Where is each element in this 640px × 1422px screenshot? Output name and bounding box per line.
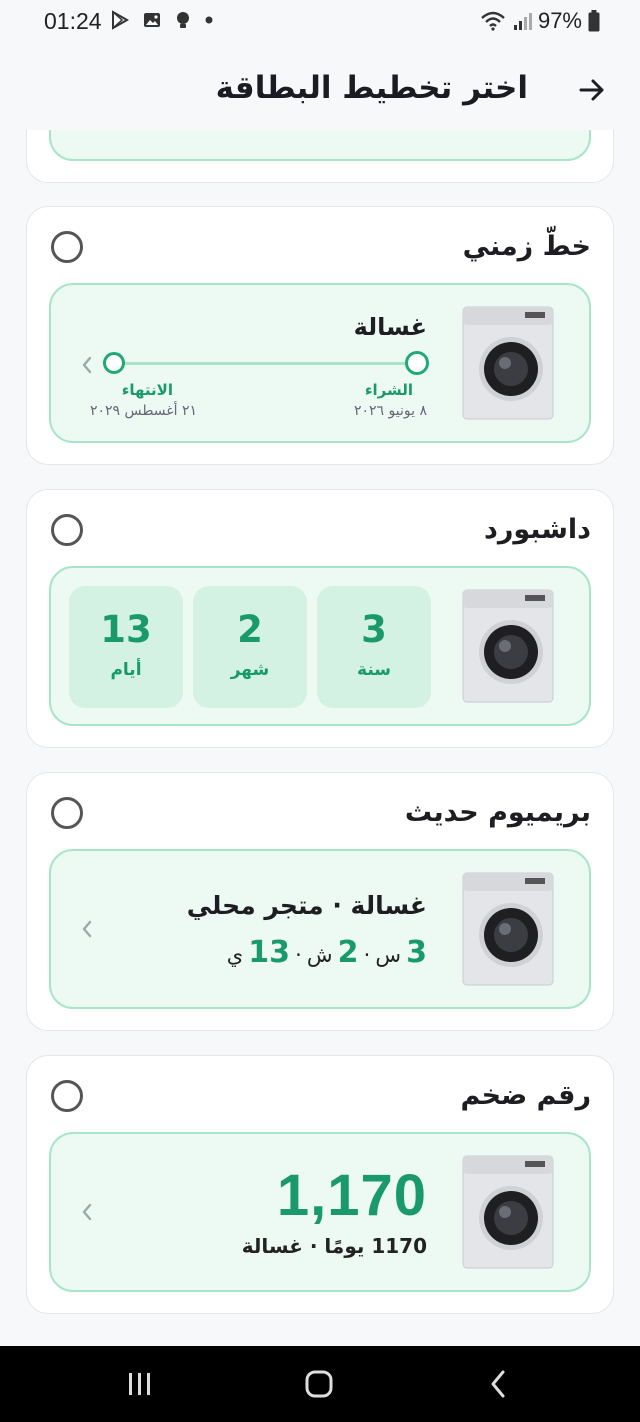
months-value: 2 (337, 935, 359, 970)
stat-tile-months: 2 شهر (193, 586, 307, 708)
chevron-left-icon (82, 1203, 92, 1221)
system-status-icons: 97% (480, 8, 600, 34)
days-unit: ي (226, 943, 244, 967)
recent-apps-icon (129, 1373, 150, 1395)
stat-value: 13 (100, 608, 152, 651)
separator: · (363, 943, 371, 967)
system-navigation-bar (0, 1346, 640, 1422)
separator: · (295, 943, 302, 967)
radio-button[interactable] (51, 1080, 83, 1112)
chevron-left-icon (82, 920, 92, 938)
premium-headline: غسالة · متجر محلي (186, 891, 427, 920)
app-bar: اختر تخطيط البطاقة (0, 60, 640, 124)
item-name: غسالة (353, 313, 427, 341)
big-number: 1,170 (276, 1163, 427, 1228)
layout-title: بريميوم حديث (404, 797, 591, 828)
radio-button[interactable] (51, 231, 83, 263)
notification-icons (110, 10, 214, 30)
washing-machine-image (462, 1155, 554, 1269)
battery-percent: 97% (537, 8, 582, 33)
stat-label: شهر (230, 660, 270, 680)
layout-option-big-number[interactable]: رقم ضخم 1,170 1170 يومًا · غسالة (26, 1055, 614, 1314)
layout-option-premium[interactable]: بريميوم حديث غسالة · متجر محلي 3 س · 2 ش… (26, 772, 614, 1031)
gallery-icon (144, 13, 160, 27)
layout-option-card-partial[interactable] (26, 130, 614, 183)
radio-button[interactable] (51, 797, 83, 829)
years-value: 3 (406, 935, 427, 970)
timeline-end-dot (103, 352, 125, 374)
back-button[interactable] (572, 70, 612, 110)
page-title: اختر تخطيط البطاقة (215, 70, 528, 106)
signal-icon (513, 13, 532, 30)
timeline-preview: غسالة الشراء ٨ يونيو ٢٠٢٦ الانتهاء ٢١ أغ… (49, 283, 591, 443)
timeline-end-date: ٢١ أغسطس ٢٠٢٩ (89, 403, 197, 419)
stat-label: أيام (110, 660, 142, 680)
status-time: 01:24 (44, 8, 102, 34)
wifi-icon (481, 11, 505, 31)
arrow-right-icon (579, 79, 604, 101)
home-button[interactable] (289, 1364, 349, 1404)
radio-button[interactable] (51, 514, 83, 546)
stat-label: سنة (357, 660, 391, 680)
layout-options-list[interactable]: خطّ زمني غسالة الشراء ٨ يونيو ٢٠٢٦ الانت… (0, 130, 640, 1346)
timeline-start-date: ٨ يونيو ٢٠٢٦ (354, 403, 427, 419)
stat-tile-days: 13 أيام (69, 586, 183, 708)
chevron-left-icon (82, 356, 92, 374)
big-number-subtitle: 1170 يومًا · غسالة (241, 1234, 427, 1258)
stat-value: 2 (237, 608, 263, 651)
battery-icon (588, 10, 600, 32)
home-icon (305, 1370, 333, 1398)
premium-preview: غسالة · متجر محلي 3 س · 2 ش · 13 ي (49, 849, 591, 1009)
years-unit: س (375, 943, 402, 967)
days-value: 13 (248, 935, 291, 970)
dot-icon (205, 16, 213, 24)
bulb-icon (177, 12, 189, 28)
timeline-track (111, 362, 415, 365)
layout-option-dashboard[interactable]: داشبورد 3 سنة 2 شهر 13 أيام (26, 489, 614, 748)
stat-value: 3 (361, 608, 387, 651)
layout-preview-partial (49, 130, 591, 161)
washing-machine-image (462, 589, 554, 703)
premium-stats: 3 س · 2 ش · 13 ي (227, 935, 427, 970)
months-unit: ش (306, 943, 333, 967)
stat-tile-years: 3 سنة (317, 586, 431, 708)
layout-title: خطّ زمني (462, 231, 591, 262)
washing-machine-image (462, 306, 554, 420)
back-icon (491, 1370, 505, 1398)
layout-title: داشبورد (483, 514, 591, 545)
washing-machine-image (462, 872, 554, 986)
dashboard-preview: 3 سنة 2 شهر 13 أيام (49, 566, 591, 726)
timeline-start-label: الشراء (364, 381, 413, 399)
back-nav-button[interactable] (468, 1364, 528, 1404)
play-store-icon (112, 10, 130, 30)
big-number-preview: 1,170 1170 يومًا · غسالة (49, 1132, 591, 1292)
layout-title: رقم ضخم (460, 1080, 591, 1111)
recent-apps-button[interactable] (110, 1364, 170, 1404)
status-bar: 01:24 97% (0, 0, 640, 46)
timeline-end-label: الانتهاء (121, 381, 173, 399)
timeline-start-dot (405, 351, 429, 375)
layout-option-timeline[interactable]: خطّ زمني غسالة الشراء ٨ يونيو ٢٠٢٦ الانت… (26, 206, 614, 465)
